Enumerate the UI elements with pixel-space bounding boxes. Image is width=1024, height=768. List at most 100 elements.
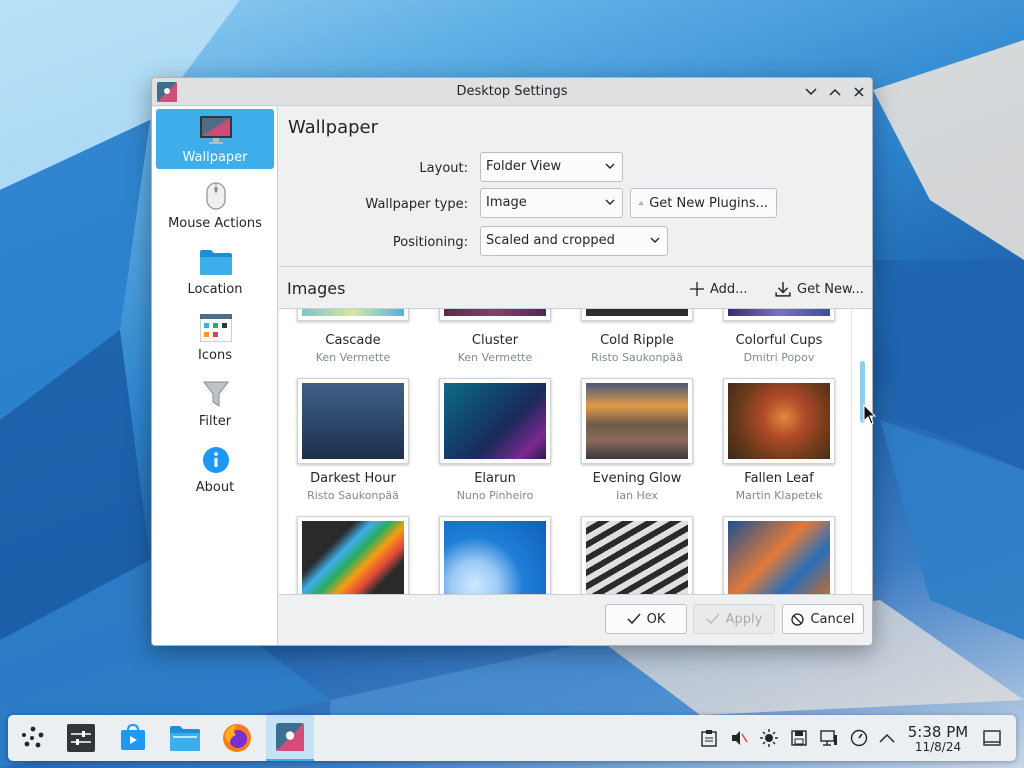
title-bar: Desktop Settings: [152, 78, 872, 106]
wallpaper-name: Colorful Cups: [735, 333, 823, 348]
sidebar: Wallpaper Mouse Actions Location Icons F…: [152, 107, 278, 645]
cancel-button[interactable]: Cancel: [782, 604, 864, 634]
add-image-button[interactable]: Add...: [690, 277, 748, 301]
wallpaper-thumbnail: [723, 378, 835, 464]
sidebar-item-label: Mouse Actions: [168, 216, 262, 231]
file-manager-icon: [170, 726, 200, 751]
info-icon: [200, 445, 232, 475]
monitor-icon: [200, 115, 232, 145]
mouse-cursor-icon: [863, 404, 877, 425]
add-image-label: Add...: [710, 281, 748, 297]
power-profile-icon[interactable]: [849, 728, 869, 748]
clipboard-icon[interactable]: [699, 728, 719, 748]
show-desktop-icon[interactable]: [982, 728, 1002, 748]
icons-icon: [200, 313, 232, 343]
mouse-icon: [200, 181, 232, 211]
cancel-icon: [791, 612, 805, 626]
wallpaper-author: Risto Saukonpää: [307, 489, 399, 502]
wallpaper-author: Risto Saukonpää: [591, 351, 683, 364]
positioning-value: Scaled and cropped: [486, 233, 615, 248]
clock-time[interactable]: 5:38 PM: [906, 723, 970, 741]
wallpaper-name: Darkest Hour: [310, 471, 396, 486]
ok-button[interactable]: OK: [605, 604, 687, 634]
sidebar-item-wallpaper[interactable]: Wallpaper: [156, 109, 274, 169]
taskbar-firefox[interactable]: [214, 715, 260, 761]
wallpaper-name: Fallen Leaf: [744, 471, 814, 486]
apply-label: Apply: [725, 611, 763, 627]
dialog-footer: OK Apply Cancel: [279, 594, 872, 645]
taskbar-dolphin[interactable]: [162, 715, 208, 761]
filter-icon: [200, 379, 232, 409]
wallpaper-name: Elarun: [474, 471, 516, 486]
sidebar-item-location[interactable]: Location: [156, 241, 274, 301]
taskbar-system-settings[interactable]: [58, 715, 104, 761]
sidebar-item-label: Wallpaper: [182, 150, 248, 165]
clock-date[interactable]: 11/8/24: [906, 740, 970, 754]
system-settings-icon: [67, 724, 95, 752]
taskbar-discover[interactable]: [110, 715, 156, 761]
plus-icon: [690, 282, 704, 296]
download-icon: [639, 201, 644, 206]
wallpaper-thumbnail: [297, 516, 409, 594]
positioning-combo[interactable]: Scaled and cropped: [480, 226, 668, 256]
wallpaper-type-value: Image: [486, 195, 527, 210]
wallpaper-author: Dmitri Popov: [743, 351, 815, 364]
sidebar-item-label: About: [195, 480, 235, 495]
close-icon[interactable]: [849, 82, 869, 102]
wallpaper-page: Wallpaper Layout: Folder View Wallpaper …: [279, 107, 872, 645]
ok-label: OK: [646, 611, 666, 627]
page-title: Wallpaper: [288, 117, 379, 138]
download-icon: [775, 282, 791, 297]
wallpaper-thumbnail: [297, 309, 409, 321]
apply-button[interactable]: Apply: [693, 604, 775, 634]
layout-combo[interactable]: Folder View: [480, 152, 623, 182]
sidebar-item-mouse-actions[interactable]: Mouse Actions: [156, 175, 274, 235]
chevron-down-icon: [605, 199, 615, 205]
cancel-label: Cancel: [810, 611, 855, 627]
maximize-icon[interactable]: [825, 82, 845, 102]
wallpaper-type-label: Wallpaper type:: [365, 197, 468, 212]
minimize-icon[interactable]: [801, 82, 821, 102]
checkmark-icon: [706, 613, 720, 625]
wallpaper-author: Ian Hex: [616, 489, 658, 502]
desktop-settings-icon: [276, 723, 304, 751]
wallpaper-name: Evening Glow: [592, 471, 682, 486]
wallpaper-author: Nuno Pinheiro: [456, 489, 534, 502]
brightness-icon[interactable]: [759, 728, 779, 748]
grid-scrollbar[interactable]: [851, 309, 872, 594]
wallpaper-type-combo[interactable]: Image: [480, 188, 623, 218]
desktop-settings-window: Desktop Settings Wallpaper Mouse Actions…: [151, 77, 873, 646]
chevron-down-icon: [650, 237, 660, 243]
get-new-plugins-button[interactable]: Get New Plugins...: [630, 188, 777, 218]
disk-icon[interactable]: [789, 728, 809, 748]
chevron-up-icon[interactable]: [877, 728, 897, 748]
network-icon[interactable]: [819, 728, 839, 748]
wallpaper-grid[interactable]: Cascade Ken Vermette Cluster Ken Vermett…: [279, 309, 851, 594]
images-header: Images Add... Get New...: [279, 266, 872, 309]
application-launcher[interactable]: [10, 715, 56, 761]
layout-label: Layout:: [419, 161, 468, 176]
sidebar-item-icons[interactable]: Icons: [156, 307, 274, 367]
firefox-icon: [223, 724, 251, 752]
launcher-icon: [22, 726, 44, 748]
taskbar-desktop-settings[interactable]: [266, 715, 314, 761]
wallpaper-author: Ken Vermette: [315, 351, 391, 364]
sidebar-item-filter[interactable]: Filter: [156, 373, 274, 433]
volume-muted-icon[interactable]: [729, 728, 749, 748]
images-title: Images: [287, 279, 346, 298]
discover-store-icon: [121, 724, 145, 750]
wallpaper-author: Ken Vermette: [457, 351, 533, 364]
positioning-label: Positioning:: [392, 235, 468, 250]
wallpaper-thumbnail: [581, 309, 693, 321]
chevron-down-icon: [605, 163, 615, 169]
wallpaper-thumbnail: [723, 309, 835, 321]
wallpaper-thumbnail: [581, 516, 693, 594]
sidebar-item-label: Icons: [198, 348, 232, 363]
get-new-images-button[interactable]: Get New...: [775, 277, 864, 301]
sidebar-item-label: Filter: [198, 414, 232, 429]
sidebar-item-label: Location: [187, 282, 243, 297]
sidebar-item-about[interactable]: About: [156, 439, 274, 499]
wallpaper-name: Cascade: [325, 333, 381, 348]
get-new-images-label: Get New...: [797, 281, 864, 297]
wallpaper-thumbnail: [581, 378, 693, 464]
